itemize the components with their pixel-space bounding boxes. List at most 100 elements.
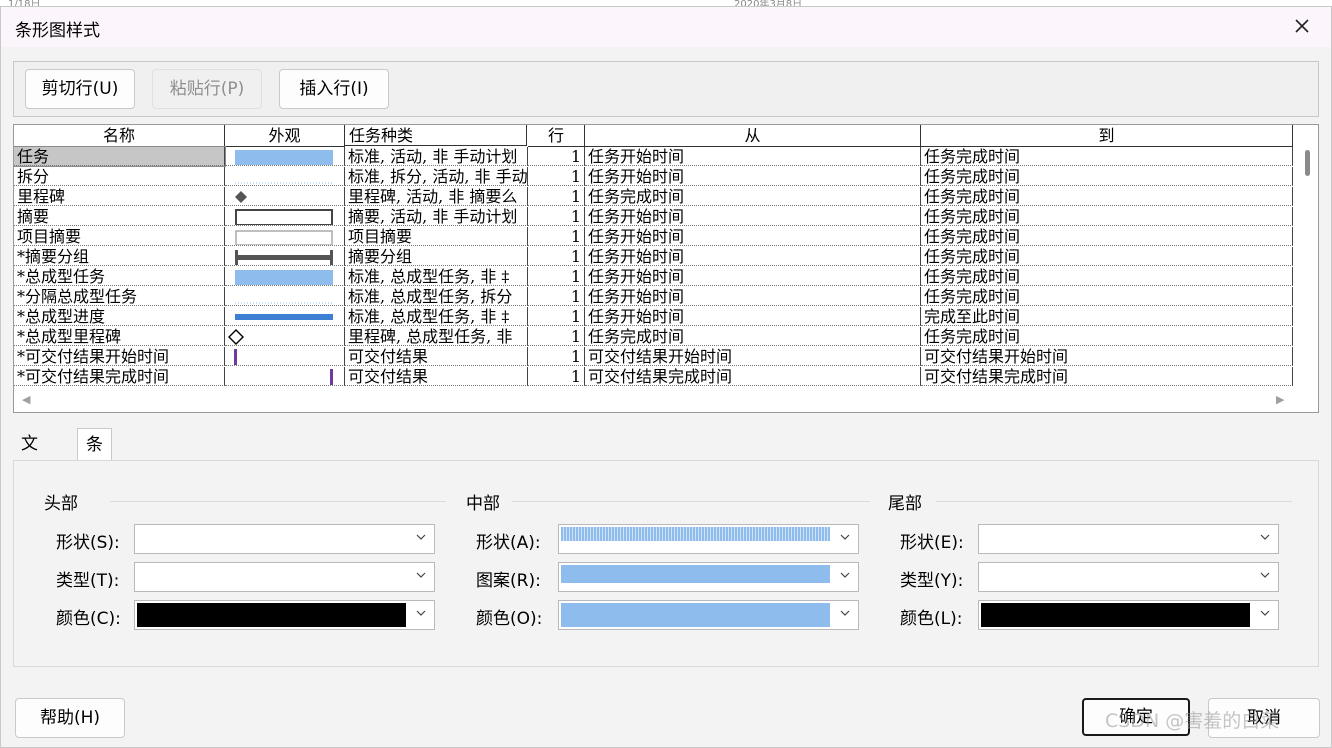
close-button[interactable]	[1287, 11, 1317, 41]
cell-task-kind[interactable]: 里程碑, 活动, 非 摘要么	[345, 187, 528, 206]
cell-task-kind[interactable]: 摘要分组	[345, 247, 528, 266]
cell-task-kind[interactable]: 标准, 拆分, 活动, 非 手动	[345, 167, 528, 186]
table-row[interactable]: 摘要 摘要, 活动, 非 手动计划 1 任务开始时间 任务完成时间	[14, 207, 1294, 227]
cell-appearance[interactable]	[225, 167, 345, 186]
table-row[interactable]: 拆分 标准, 拆分, 活动, 非 手动 1 任务开始时间 任务完成时间	[14, 167, 1294, 187]
cell-task-kind[interactable]: 可交付结果	[345, 347, 528, 366]
table-row[interactable]: *可交付结果开始时间 可交付结果 1 可交付结果开始时间 可交付结果开始时间	[14, 347, 1294, 367]
cell-name[interactable]: 项目摘要	[14, 227, 225, 246]
insert-row-button[interactable]: 插入行(I)	[279, 69, 389, 109]
cut-row-button[interactable]: 剪切行(U)	[25, 69, 135, 109]
header-name[interactable]: 名称	[14, 125, 225, 147]
tail-shape-select[interactable]	[978, 524, 1279, 554]
cell-appearance[interactable]	[225, 267, 345, 286]
header-task-kind[interactable]: 任务种类	[345, 125, 527, 146]
horizontal-scrollbar[interactable]: ◀ ▶	[14, 389, 1300, 411]
cell-name[interactable]: *总成型任务	[14, 267, 225, 286]
cell-task-kind[interactable]: 标准, 活动, 非 手动计划	[345, 147, 528, 166]
cell-name[interactable]: 任务	[14, 146, 226, 167]
cell-from[interactable]: 任务开始时间	[585, 207, 921, 226]
cell-task-kind[interactable]: 项目摘要	[345, 227, 528, 246]
cell-appearance[interactable]	[225, 247, 345, 266]
cell-row[interactable]: 1	[528, 367, 585, 386]
cell-row[interactable]: 1	[528, 187, 585, 206]
middle-color-select[interactable]	[558, 600, 859, 630]
cell-to[interactable]: 任务完成时间	[921, 327, 1293, 346]
cell-row[interactable]: 1	[528, 247, 585, 266]
cell-from[interactable]: 任务开始时间	[585, 287, 921, 306]
cell-row[interactable]: 1	[528, 347, 585, 366]
cell-name[interactable]: *总成型进度	[14, 307, 225, 326]
cell-appearance[interactable]	[225, 287, 345, 306]
cell-to[interactable]: 可交付结果完成时间	[921, 367, 1293, 386]
header-to[interactable]: 到	[921, 125, 1293, 147]
cell-from[interactable]: 任务开始时间	[585, 167, 921, 186]
cell-from[interactable]: 任务开始时间	[585, 247, 921, 266]
cell-row[interactable]: 1	[528, 167, 585, 186]
cell-name[interactable]: 拆分	[14, 167, 225, 186]
cell-to[interactable]: 任务完成时间	[921, 227, 1293, 246]
header-row[interactable]: 行	[528, 125, 585, 147]
header-appearance[interactable]: 外观	[225, 125, 345, 147]
cell-appearance[interactable]	[225, 147, 345, 166]
cell-name[interactable]: 里程碑	[14, 187, 225, 206]
cell-to[interactable]: 任务完成时间	[921, 147, 1293, 166]
vertical-scrollbar[interactable]	[1300, 147, 1318, 389]
cell-appearance[interactable]	[225, 367, 345, 386]
paste-row-button[interactable]: 粘贴行(P)	[152, 69, 262, 109]
scroll-right-icon[interactable]: ▶	[1276, 393, 1284, 406]
cell-from[interactable]: 任务开始时间	[585, 307, 921, 326]
cell-appearance[interactable]	[225, 327, 345, 346]
table-row[interactable]: *分隔总成型任务 标准, 总成型任务, 拆分 1 任务开始时间 任务完成时间	[14, 287, 1294, 307]
cell-task-kind[interactable]: 摘要, 活动, 非 手动计划	[345, 207, 528, 226]
cell-to[interactable]: 任务完成时间	[921, 207, 1293, 226]
table-row[interactable]: 里程碑 里程碑, 活动, 非 摘要么 1 任务完成时间 任务完成时间	[14, 187, 1294, 207]
cell-row[interactable]: 1	[528, 207, 585, 226]
cell-row[interactable]: 1	[528, 287, 585, 306]
cell-appearance[interactable]	[225, 227, 345, 246]
help-button[interactable]: 帮助(H)	[15, 698, 125, 738]
cell-appearance[interactable]	[225, 347, 345, 366]
cell-appearance[interactable]	[225, 187, 345, 206]
cell-name[interactable]: 摘要	[14, 207, 225, 226]
middle-shape-select[interactable]	[558, 524, 859, 554]
cell-to[interactable]: 任务完成时间	[921, 287, 1293, 306]
table-row[interactable]: *总成型任务 标准, 总成型任务, 非 ‡ 1 任务开始时间 任务完成时间	[14, 267, 1294, 287]
cell-appearance[interactable]	[225, 207, 345, 226]
cell-task-kind[interactable]: 标准, 总成型任务, 拆分	[345, 287, 528, 306]
cell-from[interactable]: 任务开始时间	[585, 147, 921, 166]
scroll-thumb[interactable]	[1305, 150, 1310, 176]
cell-name[interactable]: *总成型里程碑	[14, 327, 225, 346]
table-row[interactable]: *可交付结果完成时间 可交付结果 1 可交付结果完成时间 可交付结果完成时间	[14, 367, 1294, 387]
cell-row[interactable]: 1	[528, 327, 585, 346]
cell-row[interactable]: 1	[528, 307, 585, 326]
cell-task-kind[interactable]: 里程碑, 总成型任务, 非	[345, 327, 528, 346]
cell-to[interactable]: 任务完成时间	[921, 267, 1293, 286]
head-color-select[interactable]	[134, 600, 435, 630]
head-shape-select[interactable]	[134, 524, 435, 554]
table-row[interactable]: *总成型进度 标准, 总成型任务, 非 ‡ 1 任务开始时间 完成至此时间	[14, 307, 1294, 327]
scroll-left-icon[interactable]: ◀	[22, 393, 30, 406]
table-row[interactable]: 任务 标准, 活动, 非 手动计划 1 任务开始时间 任务完成时间	[14, 146, 1294, 167]
cell-from[interactable]: 任务完成时间	[585, 327, 921, 346]
table-row[interactable]: 项目摘要 项目摘要 1 任务开始时间 任务完成时间	[14, 227, 1294, 247]
tail-color-select[interactable]	[978, 600, 1279, 630]
cell-task-kind[interactable]: 可交付结果	[345, 367, 528, 386]
header-from[interactable]: 从	[585, 125, 921, 147]
head-type-select[interactable]	[134, 562, 435, 592]
cell-to[interactable]: 任务完成时间	[921, 247, 1293, 266]
tail-type-select[interactable]	[978, 562, 1279, 592]
cell-from[interactable]: 任务开始时间	[585, 267, 921, 286]
cell-name[interactable]: *可交付结果完成时间	[14, 367, 225, 386]
cell-task-kind[interactable]: 标准, 总成型任务, 非 ‡	[345, 307, 528, 326]
cell-from[interactable]: 可交付结果完成时间	[585, 367, 921, 386]
cell-row[interactable]: 1	[528, 227, 585, 246]
cell-name[interactable]: *摘要分组	[14, 247, 225, 266]
cell-from[interactable]: 任务完成时间	[585, 187, 921, 206]
cell-name[interactable]: *分隔总成型任务	[14, 287, 225, 306]
cell-from[interactable]: 可交付结果开始时间	[585, 347, 921, 366]
cell-row[interactable]: 1	[528, 267, 585, 286]
cell-to[interactable]: 任务完成时间	[921, 187, 1293, 206]
cell-to[interactable]: 可交付结果开始时间	[921, 347, 1293, 366]
middle-pattern-select[interactable]	[558, 562, 859, 592]
